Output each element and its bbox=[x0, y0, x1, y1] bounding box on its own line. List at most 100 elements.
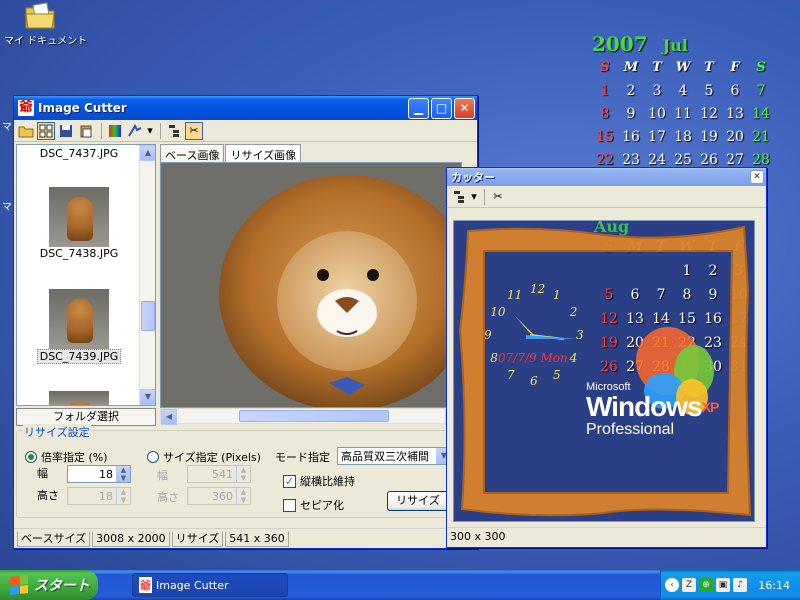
minimize-button[interactable]: ▁ bbox=[408, 97, 429, 119]
width-label: 幅 bbox=[37, 467, 48, 480]
desktop-icon-label-partial: マ bbox=[2, 202, 12, 213]
list-item[interactable]: DSC_7437.JPG bbox=[17, 147, 141, 160]
dropdown-arrow-icon[interactable]: ▾ bbox=[470, 188, 478, 206]
image-cutter-window[interactable]: 爺 Image Cutter ▁ □ ✕ ▾ ✂ DSC_7437.JPG DS… bbox=[13, 95, 478, 549]
title-bar[interactable]: 爺 Image Cutter ▁ □ ✕ bbox=[14, 96, 477, 120]
list-item[interactable]: DSC_7438.JPG bbox=[17, 187, 141, 260]
cutter-window[interactable]: カッター ✕ ▾ ✂ SMTWTFS1234567891011121314151… bbox=[446, 167, 767, 548]
resize-button[interactable]: リサイズ bbox=[387, 491, 449, 511]
clock-number: 6 bbox=[530, 374, 538, 388]
image-hscrollbar[interactable]: ◀ ▶ bbox=[160, 408, 462, 425]
clock-number: 10 bbox=[490, 305, 506, 319]
calendar-dow: M bbox=[623, 60, 639, 75]
calendar-day: 13 bbox=[726, 106, 744, 122]
cutter-toolbar: ▾ ✂ bbox=[447, 186, 766, 208]
open-folder-icon[interactable] bbox=[17, 122, 35, 140]
file-list-scrollbar[interactable]: ▲ ▼ bbox=[139, 145, 155, 405]
list-item[interactable]: DSC_7439.JPG bbox=[17, 289, 141, 364]
list-item[interactable] bbox=[17, 391, 141, 405]
scroll-thumb[interactable] bbox=[239, 410, 389, 422]
clock-number: 7 bbox=[507, 368, 515, 382]
spin-arrows[interactable]: ▲ ▼ bbox=[116, 466, 130, 482]
monitor-icon[interactable]: ▣ bbox=[716, 578, 730, 592]
dropdown-arrow-icon[interactable]: ▾ bbox=[146, 122, 154, 140]
status-bar: ベースサイズ 3008 x 2000 リサイズ 541 x 360 bbox=[14, 528, 477, 548]
windows-flag-icon bbox=[10, 575, 28, 595]
close-button[interactable]: ✕ bbox=[454, 97, 475, 119]
thumbnail-image bbox=[49, 187, 109, 247]
chevron-left-icon[interactable]: ‹ bbox=[665, 578, 679, 592]
cut-preview[interactable]: SMTWTFS123456789101112131415161718192021… bbox=[453, 220, 755, 522]
calendar-year: 2007 bbox=[592, 32, 648, 56]
spin-arrows[interactable]: ▲ ▼ bbox=[236, 466, 250, 482]
group-title: リサイズ設定 bbox=[23, 424, 91, 440]
tree-icon[interactable] bbox=[450, 188, 468, 206]
calendar-dow: W bbox=[675, 60, 691, 75]
scissors-icon[interactable]: ✂ bbox=[489, 188, 507, 206]
calendar-month: Jul bbox=[662, 36, 688, 55]
paste-icon[interactable] bbox=[77, 122, 95, 140]
calendar-day: 10 bbox=[648, 106, 666, 122]
thumbnail-image bbox=[49, 391, 109, 405]
close-button[interactable]: ✕ bbox=[750, 170, 764, 184]
size-radio[interactable]: サイズ指定 (Pixels) bbox=[147, 449, 261, 465]
lion-photo bbox=[161, 163, 461, 407]
calendar-day: 16 bbox=[622, 129, 640, 145]
tree-icon[interactable] bbox=[165, 122, 183, 140]
calendar-day: 9 bbox=[626, 106, 636, 122]
cutter-title-bar[interactable]: カッター ✕ bbox=[447, 168, 766, 186]
calendar-day: 7 bbox=[756, 83, 766, 99]
calendar-day: 11 bbox=[674, 106, 692, 122]
calendar-dow: S bbox=[600, 60, 610, 75]
calendar-day: 15 bbox=[596, 129, 614, 145]
scissors-icon[interactable]: ✂ bbox=[185, 121, 203, 140]
calendar-day: 2 bbox=[626, 83, 636, 99]
save-icon[interactable] bbox=[57, 122, 75, 140]
ratio-height-field[interactable]: 18 ▲ ▼ bbox=[67, 487, 131, 505]
start-button[interactable]: スタート bbox=[0, 570, 98, 600]
size-height-field[interactable]: 360 ▲ ▼ bbox=[187, 487, 251, 505]
z-icon[interactable]: Z bbox=[682, 578, 696, 592]
sepia-checkbox[interactable]: セピア化 bbox=[283, 497, 344, 513]
file-list[interactable]: DSC_7437.JPG DSC_7438.JPG DSC_7439.JPG ▲… bbox=[16, 144, 156, 406]
calendar-grid: S M T W T F S 1 2 3 4 5 6 7 8 9 10 11 12 13 14 15 16 17 18 19 20 21… bbox=[592, 60, 782, 175]
scroll-thumb[interactable] bbox=[141, 301, 155, 331]
cutter-status-bar: 300 x 300 bbox=[447, 527, 766, 547]
file-name: DSC_7438.JPG bbox=[39, 247, 119, 260]
file-name: DSC_7437.JPG bbox=[39, 147, 119, 160]
taskbar-item-image-cutter[interactable]: 爺 Image Cutter bbox=[132, 573, 288, 597]
speaker-icon[interactable]: ♪ bbox=[733, 578, 747, 592]
calendar-day: 14 bbox=[752, 106, 770, 122]
calendar-day: 19 bbox=[700, 129, 718, 145]
calendar-day: 20 bbox=[726, 129, 744, 145]
color-icon[interactable] bbox=[106, 122, 124, 140]
clock-number: 8 bbox=[490, 351, 498, 365]
resize-size-value: 541 x 360 bbox=[225, 530, 289, 547]
spin-arrows[interactable]: ▲ ▼ bbox=[236, 488, 250, 504]
scroll-down-button[interactable]: ▼ bbox=[140, 389, 155, 405]
size-width-field[interactable]: 541 ▲ ▼ bbox=[187, 465, 251, 483]
keep-aspect-checkbox[interactable]: ✓ 縦横比維持 bbox=[283, 473, 355, 489]
scroll-up-button[interactable]: ▲ bbox=[140, 145, 155, 161]
calendar-day: 5 bbox=[704, 83, 714, 99]
height-label: 高さ bbox=[37, 489, 59, 502]
ratio-radio[interactable]: 倍率指定 (%) bbox=[25, 449, 108, 465]
mode-select[interactable]: 高品質双三次補間 ▼ bbox=[337, 447, 453, 465]
clock-number: 2 bbox=[569, 305, 578, 319]
ratio-width-field[interactable]: 18 ▲ ▼ bbox=[67, 465, 131, 483]
file-name: DSC_7439.JPG bbox=[36, 349, 122, 364]
network-icon[interactable]: ⊕ bbox=[699, 578, 713, 592]
image-preview bbox=[160, 162, 462, 408]
thumbnail-view-icon[interactable] bbox=[37, 121, 55, 140]
windows-xp-logo: Microsoft WindowsXP Professional bbox=[586, 381, 719, 438]
window-title: Image Cutter bbox=[38, 101, 127, 115]
scroll-left-button[interactable]: ◀ bbox=[161, 409, 177, 425]
thumbnail-image bbox=[49, 289, 109, 349]
calendar-dow: T bbox=[704, 60, 714, 75]
spin-arrows[interactable]: ▲ ▼ bbox=[116, 488, 130, 504]
desktop-icon-my-documents[interactable]: マイ ドキュメント bbox=[4, 2, 87, 47]
maximize-button[interactable]: □ bbox=[431, 97, 452, 119]
clock-number: 5 bbox=[553, 368, 561, 382]
clock-number: 3 bbox=[576, 328, 584, 342]
effects-icon[interactable] bbox=[126, 122, 144, 140]
